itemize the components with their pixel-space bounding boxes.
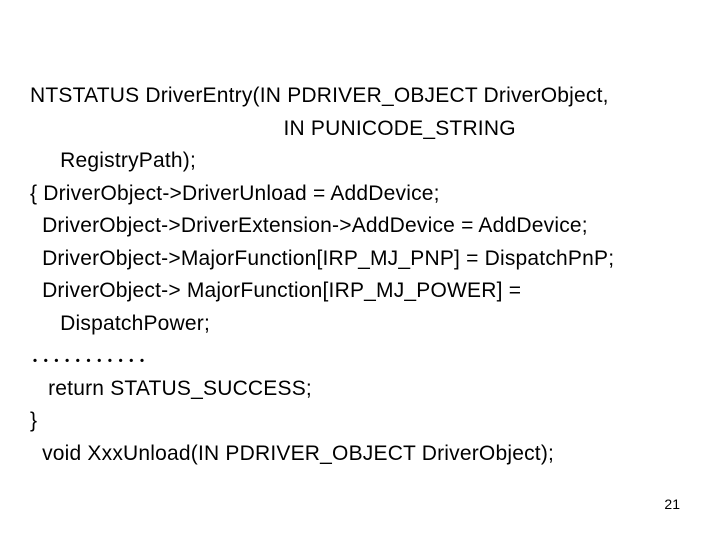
code-line: { DriverObject->DriverUnload = AddDevice… [30, 178, 690, 211]
code-line: } [30, 405, 690, 438]
code-line: ．．．．．．．．．．． [30, 340, 690, 373]
code-block: NTSTATUS DriverEntry(IN PDRIVER_OBJECT D… [30, 80, 690, 471]
code-line: DriverObject-> MajorFunction[IRP_MJ_POWE… [30, 275, 690, 308]
code-line: RegistryPath); [30, 145, 690, 178]
code-line: DriverObject->DriverExtension->AddDevice… [30, 210, 690, 243]
slide-content: NTSTATUS DriverEntry(IN PDRIVER_OBJECT D… [0, 0, 720, 540]
code-line: DispatchPower; [30, 308, 690, 341]
code-line: return STATUS_SUCCESS; [30, 373, 690, 406]
code-line: void XxxUnload(IN PDRIVER_OBJECT DriverO… [30, 438, 690, 471]
code-line: IN PUNICODE_STRING [30, 113, 690, 146]
page-number: 21 [664, 496, 680, 512]
code-line: NTSTATUS DriverEntry(IN PDRIVER_OBJECT D… [30, 80, 690, 113]
code-line: DriverObject->MajorFunction[IRP_MJ_PNP] … [30, 243, 690, 276]
